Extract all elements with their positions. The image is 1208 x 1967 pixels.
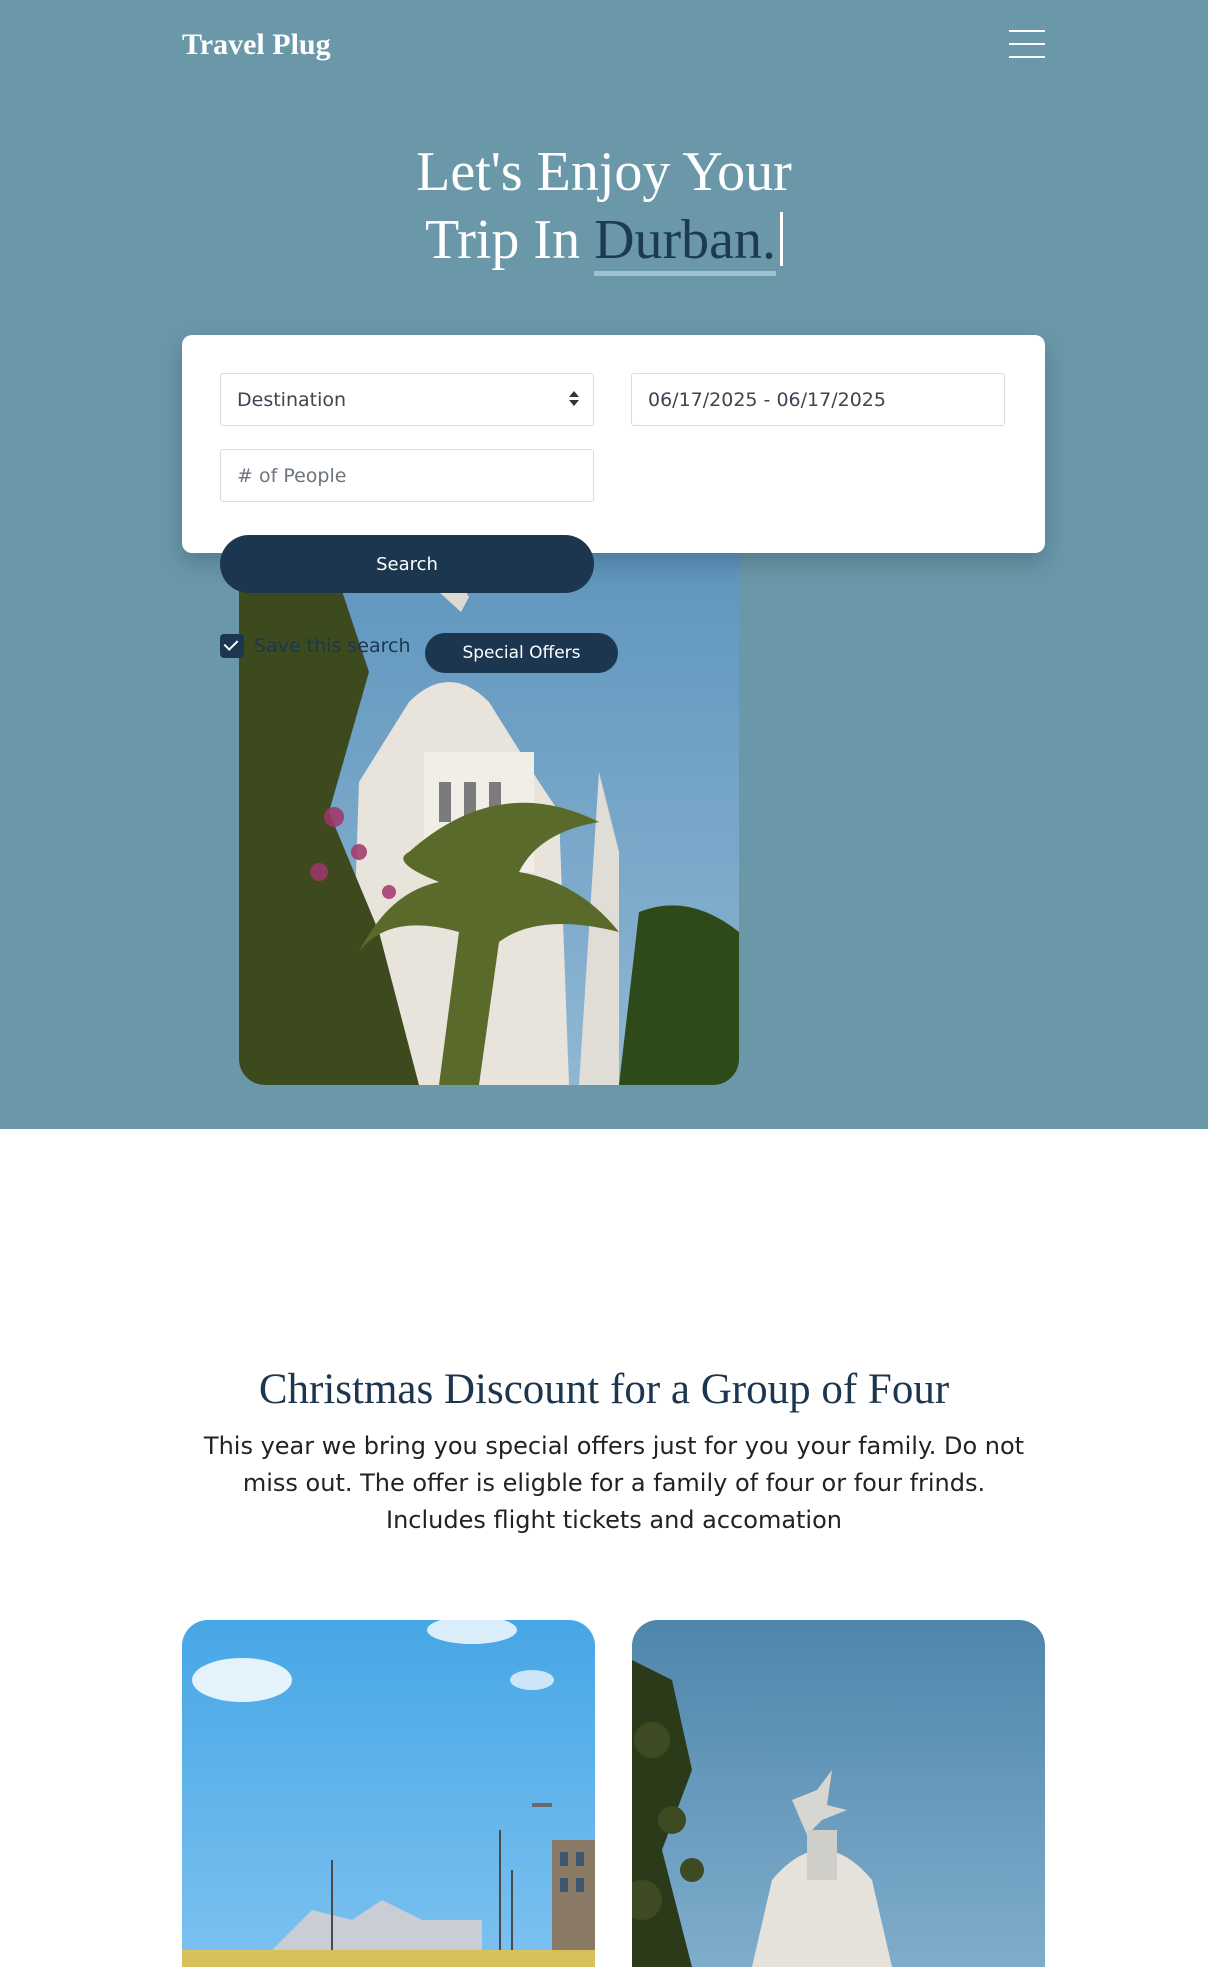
- hero-section: Travel Plug Let's Enjoy Your Trip In Dur…: [0, 0, 1208, 1129]
- people-placeholder: # of People: [237, 464, 347, 487]
- durban-city-hall-photo: [239, 552, 739, 1085]
- date-range-value: 06/17/2025 - 06/17/2025: [648, 388, 886, 411]
- destination-select[interactable]: Destination: [220, 373, 594, 426]
- search-button[interactable]: Search: [220, 535, 594, 593]
- promo-description: This year we bring you special offers ju…: [203, 1432, 1025, 1534]
- save-search-label: Save this search: [254, 635, 411, 657]
- select-arrows-icon: [569, 391, 579, 409]
- hero-headline: Let's Enjoy Your Trip In Durban.: [0, 138, 1208, 276]
- special-offers-button[interactable]: Special Offers: [425, 633, 618, 673]
- headline-city: Durban.: [594, 209, 777, 276]
- date-range-input[interactable]: 06/17/2025 - 06/17/2025: [631, 373, 1005, 426]
- headline-line2: Trip In Durban.: [0, 206, 1208, 276]
- people-input[interactable]: # of People: [220, 449, 594, 502]
- headline-line1: Let's Enjoy Your: [416, 141, 792, 203]
- city-hall-dome-photo[interactable]: [632, 1620, 1045, 1967]
- headline-prefix: Trip In: [424, 209, 581, 271]
- search-card: Destination 06/17/2025 - 06/17/2025 # of…: [182, 335, 1045, 553]
- destination-value: Destination: [237, 388, 347, 411]
- promo-title: Christmas Discount for a Group of Four: [258, 1366, 950, 1413]
- hamburger-menu-icon[interactable]: [1009, 28, 1045, 60]
- typing-caret: [780, 212, 784, 266]
- save-search-checkbox[interactable]: [220, 634, 244, 658]
- save-search-row[interactable]: Save this search: [220, 634, 411, 658]
- brand-logo[interactable]: Travel Plug: [182, 28, 331, 62]
- waterfront-photo[interactable]: [182, 1620, 595, 1967]
